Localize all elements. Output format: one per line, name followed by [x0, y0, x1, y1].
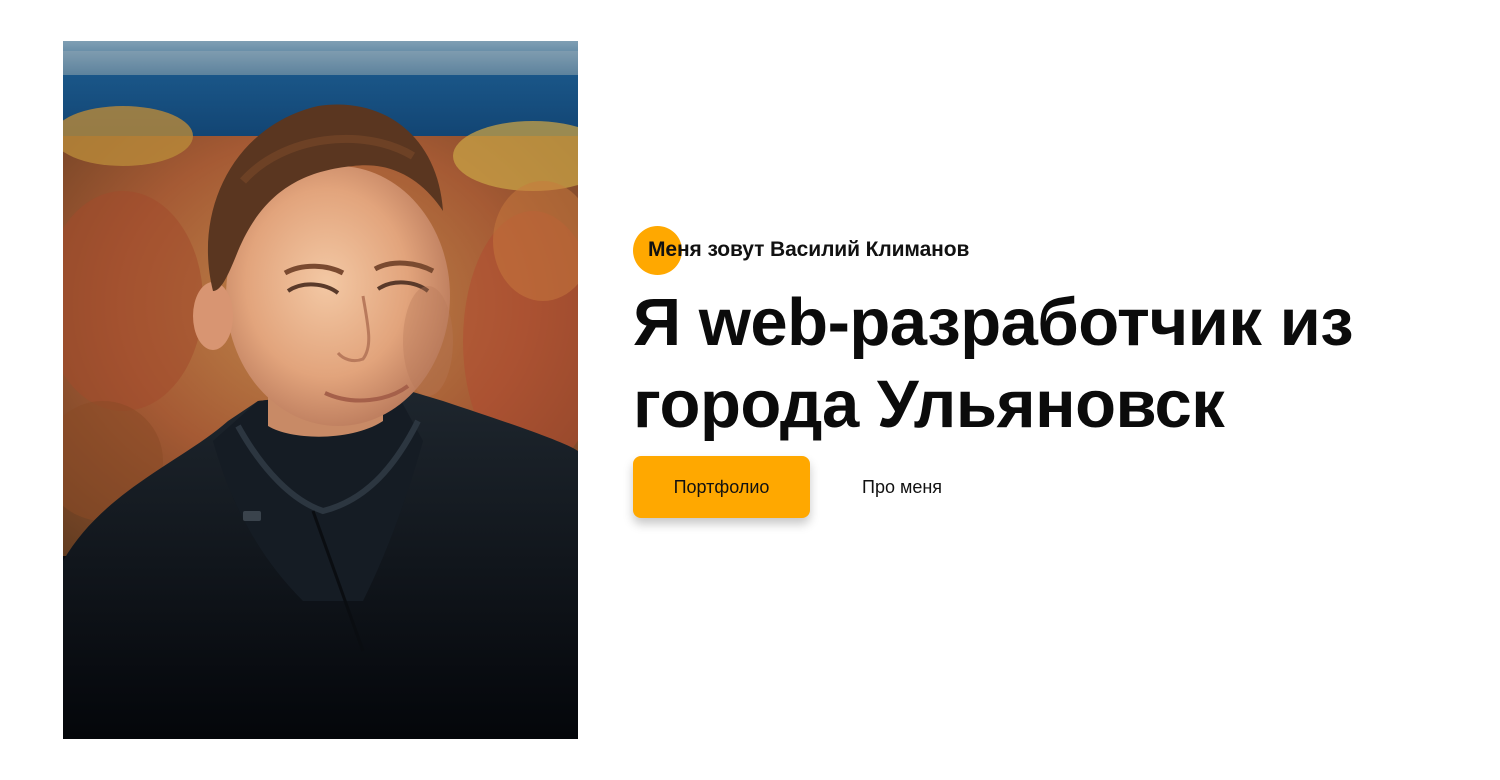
- tagline: Меня зовут Василий Климанов: [633, 226, 970, 275]
- page-title: Я web-разработчик из города Ульяновск: [633, 285, 1354, 442]
- hero-section: Меня зовут Василий Климанов Я web-разраб…: [0, 0, 1500, 780]
- tagline-text: Меня зовут Василий Климанов: [648, 238, 970, 261]
- hero-actions: Портфолио Про меня: [633, 456, 1453, 518]
- portfolio-button[interactable]: Портфолио: [633, 456, 810, 518]
- intro-block: Меня зовут Василий Климанов Я web-разраб…: [633, 226, 1453, 518]
- portrait-photo: [63, 41, 578, 739]
- about-me-link[interactable]: Про меня: [862, 477, 942, 498]
